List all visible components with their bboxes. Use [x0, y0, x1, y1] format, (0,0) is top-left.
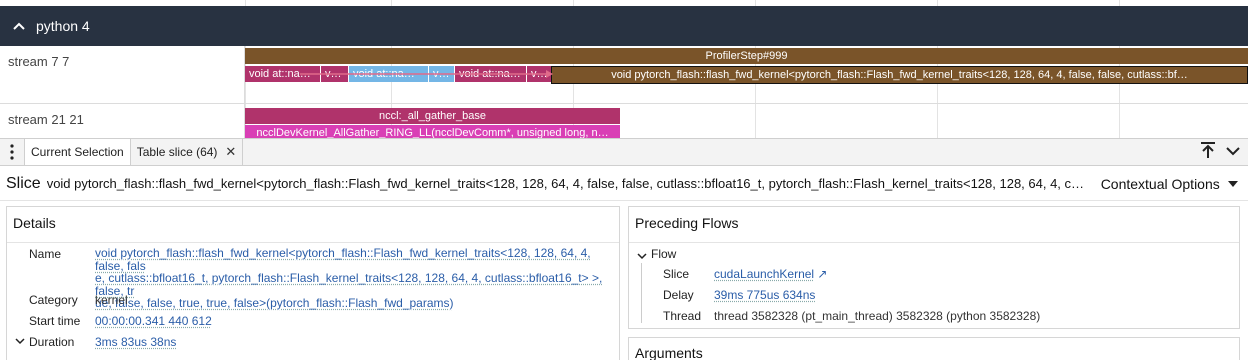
flow-arrow [300, 68, 560, 80]
chevron-up-icon[interactable] [10, 17, 28, 35]
close-icon[interactable]: ✕ [225, 144, 236, 160]
process-title: python 4 [36, 18, 90, 34]
tab-current-selection[interactable]: Current Selection [24, 139, 131, 165]
chevron-down-icon[interactable] [637, 249, 647, 263]
duration-value[interactable]: 3ms 83us 38ns [95, 335, 176, 349]
slice-profiler-step[interactable]: ProfilerStep#999 [245, 48, 1248, 64]
flow-slice-label: Slice [663, 267, 689, 281]
slice-nccl-dev-kernel[interactable]: ncclDevKernel_AllGather_RING_LL(ncclDevC… [245, 125, 620, 138]
flow-delay-label: Delay [663, 288, 694, 302]
track-label: stream 21 21 [8, 112, 84, 127]
details-tab-bar: Current Selection Table slice (64) ✕ [0, 138, 1248, 166]
more-vertical-icon[interactable] [0, 139, 24, 165]
flow-slice-value: cudaLaunchKernel [714, 267, 814, 281]
contextual-options-button[interactable]: Contextual Options [1101, 176, 1238, 192]
flow-thread-label: Thread [663, 309, 701, 323]
category-value: kernel [95, 293, 128, 307]
external-link-icon: ↗ [817, 267, 827, 281]
process-header[interactable]: python 4 [0, 6, 1248, 46]
tab-label: Table slice (64) [137, 145, 218, 159]
preceding-flows-title: Preceding Flows [629, 207, 1239, 243]
details-panel: Details Name void pytorch_flash::flash_f… [6, 206, 620, 360]
caret-down-icon [1228, 181, 1238, 187]
pin-top-icon[interactable] [1200, 141, 1216, 164]
details-title: Details [7, 207, 619, 243]
tree-guide-line [641, 263, 642, 323]
duration-label: Duration [29, 335, 74, 349]
name-value[interactable]: void pytorch_flash::flash_fwd_kernel<pyt… [95, 247, 615, 310]
selection-kind: Slice [6, 175, 41, 193]
track-stream-21[interactable]: stream 21 21 nccl:_all_gather_base ncclD… [0, 104, 1248, 138]
selection-name: void pytorch_flash::flash_fwd_kernel<pyt… [47, 176, 1087, 191]
contextual-options-label: Contextual Options [1101, 176, 1220, 192]
slice-nccl-all-gather[interactable]: nccl:_all_gather_base [245, 108, 620, 124]
name-line: e, cutlass::bfloat16_t, pytorch_flash::F… [95, 272, 615, 297]
name-line: void pytorch_flash::flash_fwd_kernel<pyt… [95, 247, 615, 272]
tab-label: Current Selection [31, 145, 124, 159]
chevron-down-icon[interactable] [15, 334, 25, 348]
arguments-panel: Arguments [628, 337, 1240, 360]
flow-group-label: Flow [651, 247, 676, 261]
timeline-area[interactable]: python 4 stream 7 7 ProfilerStep#999 voi… [0, 0, 1248, 138]
preceding-flows-panel: Preceding Flows Flow Slice cudaLaunchKer… [628, 206, 1240, 329]
flow-slice-link[interactable]: cudaLaunchKernel ↗ [714, 267, 827, 281]
tab-table-slice[interactable]: Table slice (64) ✕ [131, 139, 244, 165]
track-stream-7[interactable]: stream 7 7 ProfilerStep#999 void at::na…… [0, 46, 1248, 104]
name-label: Name [29, 247, 61, 261]
chevron-down-icon[interactable] [1226, 143, 1240, 161]
slice-selected-flash-kernel[interactable]: void pytorch_flash::flash_fwd_kernel<pyt… [551, 66, 1248, 84]
arguments-title: Arguments [629, 338, 1239, 360]
flow-thread-value: thread 3582328 (pt_main_thread) 3582328 … [714, 309, 1040, 323]
flow-delay-value[interactable]: 39ms 775us 634ns [714, 288, 815, 302]
name-line: ue, false, false, true, true, false>(pyt… [95, 297, 615, 310]
selection-header: Slice void pytorch_flash::flash_fwd_kern… [0, 167, 1248, 201]
category-label: Category [29, 293, 78, 307]
start-time-label: Start time [29, 314, 80, 328]
start-time-value[interactable]: 00:00:00.341 440 612 [95, 314, 212, 328]
track-label: stream 7 7 [8, 54, 69, 69]
